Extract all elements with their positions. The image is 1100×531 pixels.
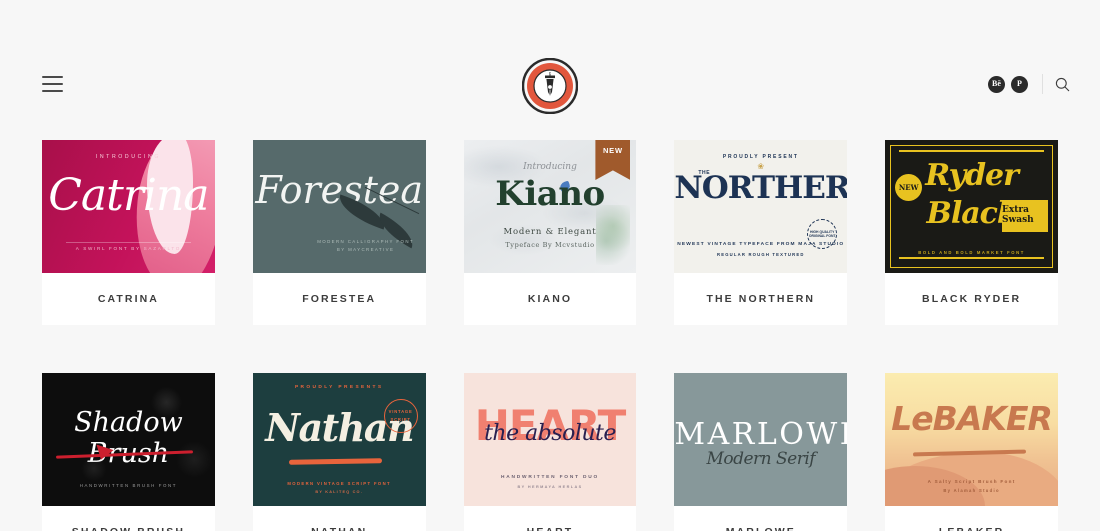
hamburger-menu-icon[interactable] xyxy=(42,76,63,92)
thumb-subtitle-secondary: By Alamah Studio xyxy=(943,488,1000,493)
product-card-kiano[interactable]: Introducing Kiano Modern & Elegant Typef… xyxy=(463,140,637,325)
thumb-rule xyxy=(66,242,191,243)
search-icon[interactable] xyxy=(1055,77,1070,92)
thumb-title: Forestea xyxy=(255,168,424,212)
product-name: HEART xyxy=(464,506,637,531)
product-name: THE NORTHERN xyxy=(706,293,816,305)
hamburger-line xyxy=(42,76,63,78)
product-name: MARLOWE xyxy=(674,506,847,531)
thumb-subtitle: MODERN CALLIGRAPHY FONT BY MAYCREATIVE xyxy=(317,239,414,252)
product-name: NATHAN xyxy=(253,506,426,531)
extra-swash-tag: Extra Swash xyxy=(1002,200,1048,232)
hamburger-line xyxy=(42,90,63,92)
thumb-subtitle-secondary: REGULAR ROUGH TEXTURED xyxy=(716,252,805,257)
product-card-heart[interactable]: HEART the absolute HANDWRITTEN FONT DUO … xyxy=(463,373,637,531)
product-card-shadow-brush[interactable]: Shadow Brush HANDWRITTEN BRUSH FONT SHAD… xyxy=(42,373,215,531)
product-name: FORESTEA xyxy=(302,293,377,305)
product-thumbnail[interactable]: PROUDLY PRESENT ❀ THE NORTHERN NEWEST VI… xyxy=(674,140,848,273)
quality-stamp-badge: HIGH QUALITY ORIGINAL FONT xyxy=(807,219,838,249)
product-thumbnail[interactable]: Forestea MODERN CALLIGRAPHY FONT BY MAYC… xyxy=(252,140,426,273)
thumb-subtitle: A Salty Script Brush Font xyxy=(927,479,1016,484)
thumb-title: Kiano xyxy=(495,174,605,214)
thumb-subtitle-secondary: BY KALITEQ CO. xyxy=(315,490,363,494)
thumb-title: NORTHERN xyxy=(674,170,848,206)
product-card-catrina[interactable]: INTRODUCING Catrina A SWIRL FONT BY SAZA… xyxy=(42,140,215,325)
thumb-script-overlay: the absolute xyxy=(484,421,616,446)
product-name: SHADOW BRUSH xyxy=(42,506,215,531)
header-divider xyxy=(1042,74,1043,94)
product-thumbnail[interactable]: LeBAKER A Salty Script Brush Font By Ala… xyxy=(885,373,1058,506)
vintage-script-badge: VINTAGE SCRIPT xyxy=(383,399,418,433)
product-name: CATRINA xyxy=(97,293,159,305)
thumb-subtitle: Modern & Elegant xyxy=(503,227,597,237)
product-card-nathan[interactable]: PROUDLY PRESENTS Nathan VINTAGE SCRIPT M… xyxy=(252,373,426,531)
product-thumbnail[interactable]: Shadow Brush HANDWRITTEN BRUSH FONT xyxy=(42,373,215,506)
thumb-title: MARLOWE xyxy=(674,417,848,452)
pinterest-icon[interactable]: P xyxy=(1011,75,1028,93)
thumb-subtitle: HANDWRITTEN FONT DUO xyxy=(500,475,600,480)
thumb-title: Shadow Brush xyxy=(74,407,183,469)
thumb-subtitle: BOLD AND BOLD MARKET FONT xyxy=(918,250,1025,255)
product-name: LEBAKER xyxy=(885,506,1058,531)
thumb-title: Catrina xyxy=(48,170,209,221)
badge-line1: VINTAGE xyxy=(388,409,413,415)
thumb-title: LeBAKER xyxy=(891,399,1053,438)
product-thumbnail[interactable]: HEART the absolute HANDWRITTEN FONT DUO … xyxy=(463,373,637,506)
product-card-lebaker[interactable]: LeBAKER A Salty Script Brush Font By Ala… xyxy=(885,373,1058,531)
product-name: KIANO xyxy=(527,293,573,305)
product-card-forestea[interactable]: Forestea MODERN CALLIGRAPHY FONT BY MAYC… xyxy=(252,140,426,325)
new-badge: NEW xyxy=(895,174,923,201)
behance-icon[interactable]: Bē xyxy=(988,75,1005,93)
thumb-kicker: INTRODUCING xyxy=(95,154,161,160)
thumb-kicker: PROUDLY PRESENT xyxy=(722,154,799,160)
thumb-rule xyxy=(899,150,1044,152)
thumb-rule xyxy=(899,257,1044,259)
thumb-subtitle-secondary: Typeface By Mcvstudio xyxy=(505,241,595,249)
product-card-the-northern[interactable]: PROUDLY PRESENT ❀ THE NORTHERN NEWEST VI… xyxy=(674,140,848,325)
orange-swoosh-shape xyxy=(288,458,382,465)
product-thumbnail[interactable]: INTRODUCING Catrina A SWIRL FONT BY SAZA… xyxy=(42,140,215,273)
thumb-script-overlay: Modern Serif xyxy=(706,449,816,469)
thumb-subtitle-secondary: BY HERMAYA HERLAS xyxy=(517,485,583,489)
thumb-subtitle: A SWIRL FONT BY SAZARLTO xyxy=(75,246,182,251)
product-thumbnail[interactable]: Ryder Black NEW Extra Swash BOLD AND BOL… xyxy=(885,140,1058,273)
product-thumbnail[interactable]: Introducing Kiano Modern & Elegant Typef… xyxy=(463,140,637,273)
site-header: Bē P xyxy=(0,0,1100,140)
font-product-grid: INTRODUCING Catrina A SWIRL FONT BY SAZA… xyxy=(0,140,1100,531)
badge-line2: SCRIPT xyxy=(390,417,411,422)
product-thumbnail[interactable]: MARLOWE Modern Serif xyxy=(674,373,848,506)
thumb-kicker: PROUDLY PRESENTS xyxy=(294,385,384,390)
product-card-marlowe[interactable]: MARLOWE Modern Serif MARLOWE xyxy=(674,373,848,531)
thumb-subtitle: HANDWRITTEN BRUSH FONT xyxy=(79,483,178,488)
header-actions: Bē P xyxy=(988,74,1070,94)
hamburger-line xyxy=(42,83,63,85)
product-name: BLACK RYDER xyxy=(922,293,1022,305)
thumb-subtitle: MODERN VINTAGE SCRIPT FONT xyxy=(287,481,391,486)
product-thumbnail[interactable]: PROUDLY PRESENTS Nathan VINTAGE SCRIPT M… xyxy=(252,373,426,506)
product-card-black-ryder[interactable]: Ryder Black NEW Extra Swash BOLD AND BOL… xyxy=(885,140,1058,325)
site-logo-pen-nib-icon[interactable] xyxy=(522,58,578,114)
